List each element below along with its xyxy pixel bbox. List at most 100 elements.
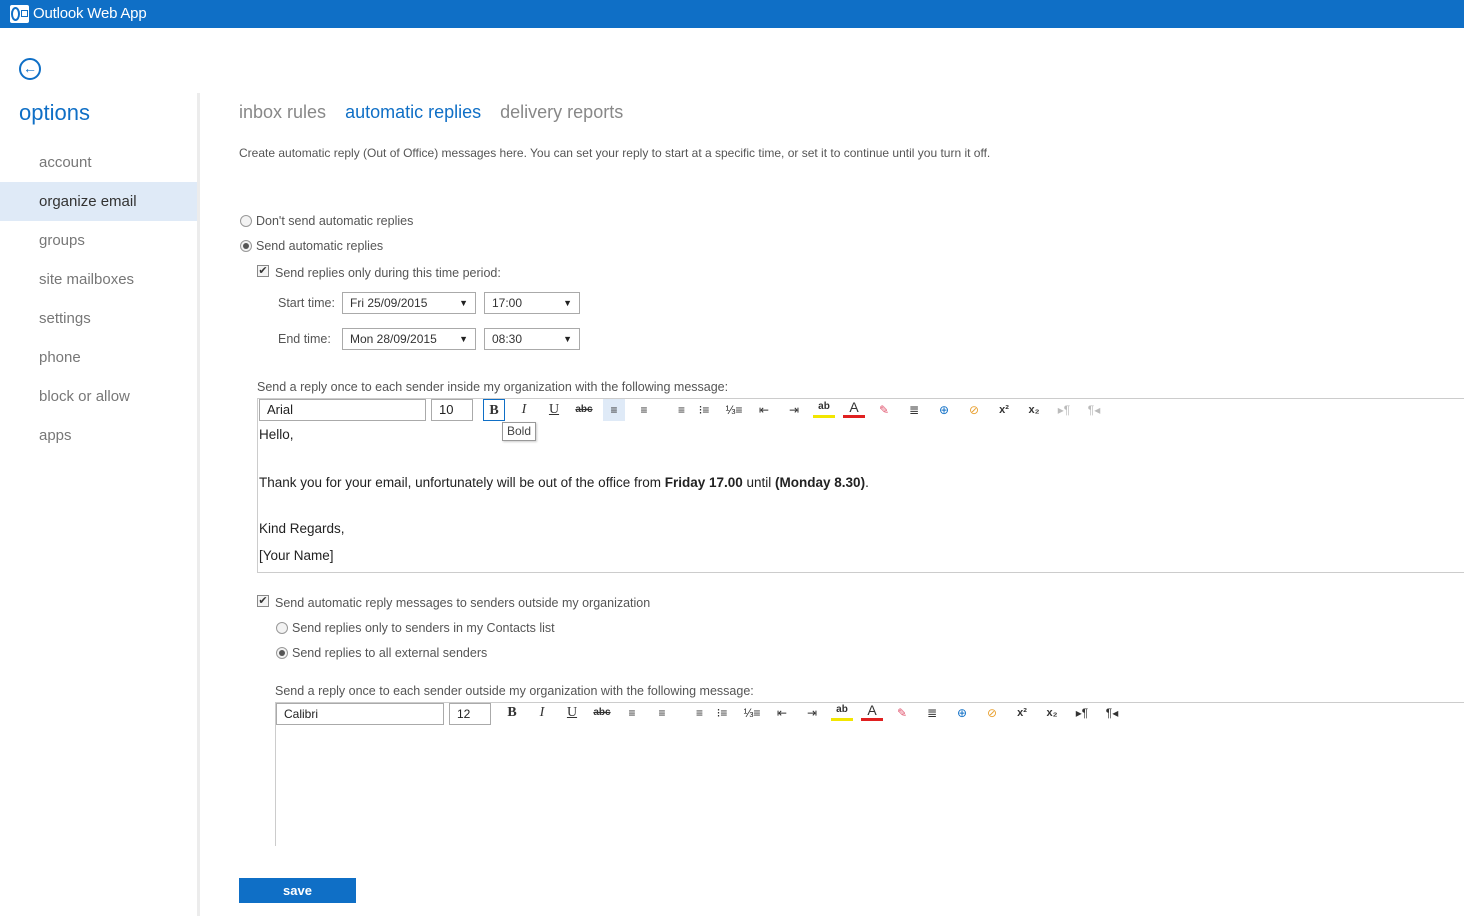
bullets-icon[interactable]: ⁝≡ <box>693 399 715 421</box>
font-family-input[interactable]: Arial <box>259 399 426 421</box>
send-label: Send automatic replies <box>256 239 384 253</box>
superscript-icon[interactable]: x² <box>1011 702 1033 724</box>
time-period-label: Send replies only during this time perio… <box>275 266 501 280</box>
paragraph-spacing-icon[interactable]: ≣ <box>903 399 925 421</box>
underline-icon[interactable]: U <box>561 702 583 724</box>
message-signoff: Kind Regards, <box>259 521 345 536</box>
sidebar-divider <box>197 93 200 916</box>
bold-tooltip: Bold <box>502 422 537 441</box>
ltr-icon[interactable]: ▸¶ <box>1071 702 1093 724</box>
underline-icon[interactable]: U <box>543 399 565 421</box>
sidebar-item-account[interactable]: account <box>0 143 197 182</box>
align-left-icon[interactable]: ≡ <box>621 702 643 724</box>
sidebar-item-site-mailboxes[interactable]: site mailboxes <box>0 260 197 299</box>
end-time-value: 08:30 <box>492 332 523 346</box>
all-external-label: Send replies to all external senders <box>292 646 488 660</box>
highlight-icon[interactable]: ab <box>813 399 835 418</box>
font-size-input[interactable]: 10 <box>431 399 473 421</box>
page-title: options <box>19 100 90 125</box>
chevron-down-icon: ▼ <box>563 334 572 344</box>
sidebar-item-organize-email[interactable]: organize email <box>0 182 197 221</box>
chevron-down-icon: ▼ <box>459 334 468 344</box>
message-body-text: . <box>865 475 869 490</box>
paragraph-spacing-icon[interactable]: ≣ <box>921 702 943 724</box>
align-right-icon[interactable]: ≡ <box>663 399 685 421</box>
chevron-down-icon: ▼ <box>459 298 468 308</box>
sidebar-item-phone[interactable]: phone <box>0 338 197 377</box>
end-time-dropdown[interactable]: 08:30 ▼ <box>484 328 580 350</box>
start-date-picker[interactable]: Fri 25/09/2015 ▼ <box>342 292 476 314</box>
start-time-value: 17:00 <box>492 296 523 310</box>
outside-message-label: Send a reply once to each sender outside… <box>275 684 754 698</box>
message-body-text: until <box>742 475 776 490</box>
remove-link-icon[interactable]: ⊘ <box>963 399 985 421</box>
align-center-icon[interactable]: ≡ <box>651 702 673 724</box>
bold-icon[interactable]: B <box>501 702 523 724</box>
sidebar-item-groups[interactable]: groups <box>0 221 197 260</box>
superscript-icon[interactable]: x² <box>993 399 1015 421</box>
send-radio[interactable] <box>240 240 252 252</box>
message-greeting: Hello, <box>259 427 294 442</box>
dont-send-radio[interactable] <box>240 215 252 227</box>
clear-formatting-icon[interactable]: ✎ <box>873 399 895 421</box>
insert-link-icon[interactable]: ⊕ <box>951 702 973 724</box>
font-size-input[interactable]: 12 <box>449 703 491 725</box>
tab-delivery-reports[interactable]: delivery reports <box>500 102 623 122</box>
top-bar: Outlook Web App <box>0 0 1464 28</box>
highlight-icon[interactable]: ab <box>831 702 853 721</box>
end-date-picker[interactable]: Mon 28/09/2015 ▼ <box>342 328 476 350</box>
tab-automatic-replies[interactable]: automatic replies <box>345 102 481 122</box>
sidebar-item-apps[interactable]: apps <box>0 416 197 455</box>
align-left-icon[interactable]: ≡ <box>603 399 625 421</box>
tab-inbox-rules[interactable]: inbox rules <box>239 102 326 122</box>
strikethrough-icon[interactable]: abc <box>591 702 613 724</box>
save-button[interactable]: save <box>239 878 356 903</box>
dont-send-label: Don't send automatic replies <box>256 214 414 228</box>
decrease-indent-icon[interactable]: ⇤ <box>771 702 793 724</box>
ltr-icon[interactable]: ▸¶ <box>1053 399 1075 421</box>
outside-checkbox[interactable]: ✔ <box>257 595 269 607</box>
bold-icon[interactable]: B <box>483 399 505 421</box>
font-color-icon[interactable]: A <box>843 399 865 418</box>
clear-formatting-icon[interactable]: ✎ <box>891 702 913 724</box>
tab-bar: inbox rules automatic replies delivery r… <box>239 102 637 123</box>
all-external-radio[interactable] <box>276 647 288 659</box>
decrease-indent-icon[interactable]: ⇤ <box>753 399 775 421</box>
remove-link-icon[interactable]: ⊘ <box>981 702 1003 724</box>
subscript-icon[interactable]: x₂ <box>1041 702 1063 724</box>
align-center-icon[interactable]: ≡ <box>633 399 655 421</box>
start-time-dropdown[interactable]: 17:00 ▼ <box>484 292 580 314</box>
align-right-icon[interactable]: ≡ <box>681 702 703 724</box>
message-body-bold-start: Friday 17.00 <box>664 475 743 490</box>
sidebar-item-settings[interactable]: settings <box>0 299 197 338</box>
rtl-icon[interactable]: ¶◂ <box>1101 702 1123 724</box>
rtl-icon[interactable]: ¶◂ <box>1083 399 1105 421</box>
outlook-logo-icon <box>10 5 29 23</box>
bullets-icon[interactable]: ⁝≡ <box>711 702 733 724</box>
app-title: Outlook Web App <box>33 5 147 22</box>
subscript-icon[interactable]: x₂ <box>1023 399 1045 421</box>
page-description: Create automatic reply (Out of Office) m… <box>239 146 991 160</box>
numbering-icon[interactable]: ⅓≡ <box>723 399 745 421</box>
font-color-icon[interactable]: A <box>861 702 883 721</box>
increase-indent-icon[interactable]: ⇥ <box>783 399 805 421</box>
start-time-label: Start time: <box>278 296 335 310</box>
inside-message-label: Send a reply once to each sender inside … <box>257 380 729 394</box>
numbering-icon[interactable]: ⅓≡ <box>741 702 763 724</box>
contacts-only-label: Send replies only to senders in my Conta… <box>292 621 555 635</box>
sidebar-nav: account organize email groups site mailb… <box>0 143 197 455</box>
increase-indent-icon[interactable]: ⇥ <box>801 702 823 724</box>
message-body-text: Thank you for your email, unfortunately … <box>259 475 665 490</box>
italic-icon[interactable]: I <box>513 399 535 421</box>
sidebar-item-block-or-allow[interactable]: block or allow <box>0 377 197 416</box>
back-arrow-icon[interactable]: ← <box>19 58 41 80</box>
insert-link-icon[interactable]: ⊕ <box>933 399 955 421</box>
time-period-checkbox[interactable]: ✔ <box>257 265 269 277</box>
chevron-down-icon: ▼ <box>563 298 572 308</box>
font-family-input[interactable]: Calibri <box>276 703 444 725</box>
strikethrough-icon[interactable]: abc <box>573 399 595 421</box>
italic-icon[interactable]: I <box>531 702 553 724</box>
end-time-label: End time: <box>278 332 331 346</box>
contacts-only-radio[interactable] <box>276 622 288 634</box>
message-body: Thank you for your email, unfortunately … <box>259 475 869 490</box>
